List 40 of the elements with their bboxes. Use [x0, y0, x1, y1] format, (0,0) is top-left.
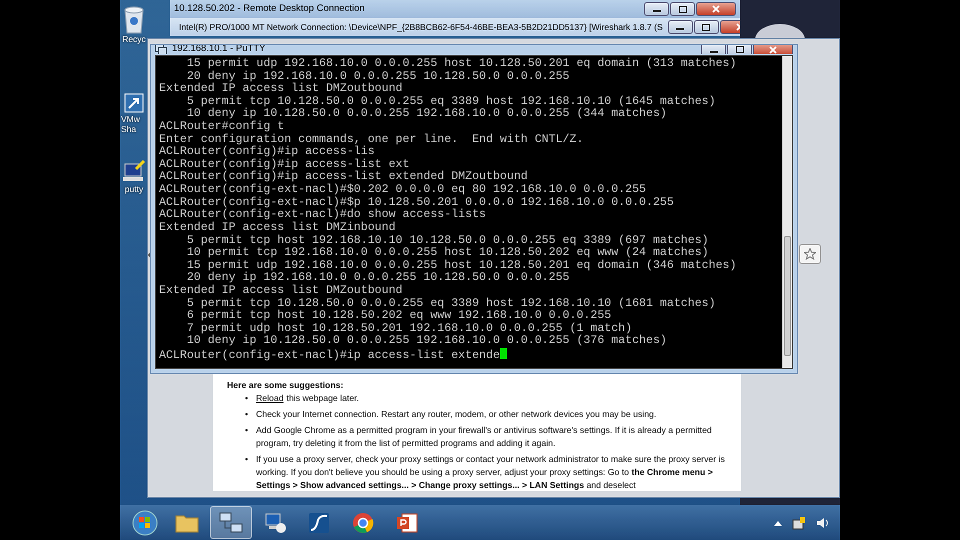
terminal-line: 10 permit tcp 192.168.10.0 0.0.0.255 host 10.128.50.202 eq www (24 matches)	[186, 247, 710, 260]
terminal-line: ACLRouter(config)#ip access-list ext	[159, 158, 410, 171]
bullet: •	[245, 392, 250, 405]
bullet: •	[245, 408, 250, 421]
terminal-line: ACLRouter(config-ext-nacl)#$0.202 0.0.0.0 eq 80 192.168.10.0 0.0.0.255	[159, 184, 648, 196]
terminal-line: 7 permit udp host 10.128.50.201 192.168.10.0 0.0.0.255 (1 match)	[186, 322, 632, 335]
icon-label: Recyc	[122, 34, 146, 44]
bullet: •	[245, 453, 250, 466]
terminal-line: 15 permit udp 192.168.10.0 0.0.0.255 host 10.128.50.201 eq domain (346 matches)	[186, 260, 738, 272]
terminal-line: 10 deny ip 10.128.50.0 0.0.0.255 192.168.10.0 0.0.0.255 (344 matches)	[186, 108, 668, 120]
icon-label: VMw Sha	[121, 114, 141, 134]
window-title: 192.168.10.1 - PuTTY	[172, 45, 266, 54]
terminal-line: 10 deny ip 10.128.50.0 0.0.0.255 192.168.10.0 0.0.0.255 (376 matches)	[186, 335, 668, 348]
terminal-line: ACLRouter(config-ext-nacl)#ip access-list extende	[159, 348, 779, 361]
terminal-line: ACLRouter#config t	[159, 121, 286, 134]
suggestion: If you use a proxy server, check your proxy settings or contact your network administrator to make sure the proxy server is working. If you don't believe you should be using a proxy server, adjust your proxy settings: Go to the Chrome menu > Settings > Show advanced settings... > Change proxy settings... > LAN Settings and deselect	[256, 453, 726, 491]
terminal-line: 20 deny ip 192.168.10.0 0.0.0.255 10.128.50.0 0.0.0.255	[186, 272, 570, 284]
suggestion: Add Google Chrome as a permitted program in your firewall's or antivirus software's settings. If it is already a permitted program, try deleting it from the list of permitted programs and adding it again.	[256, 424, 713, 450]
window-title: 10.128.50.202 - Remote Desktop Connection	[174, 2, 365, 16]
terminal-line: ACLRouter(config-ext-nacl)#$p 10.128.50.201 0.0.0.0 192.168.10.0 0.0.0.255	[159, 196, 675, 209]
terminal-line: ACLRouter(config)#ip access-list extended DMZoutbound	[159, 171, 529, 184]
terminal-line: 5 permit tcp 10.128.50.0 0.0.0.255 eq 3389 host 192.168.10.10 (1645 matches)	[186, 96, 717, 108]
window-title: Intel(R) PRO/1000 MT Network Connection: \Device\NPF_{2B8BCB62-6F54-46BE-BEA3-5B2D21DD5137} [Wireshark 1.8.7 (S	[179, 20, 663, 34]
terminal-line: 20 deny ip 192.168.10.0 0.0.0.255 10.128.50.0 0.0.0.255	[186, 70, 570, 83]
heading: Here are some suggestions:	[227, 379, 344, 392]
terminal-line: 15 permit udp 192.168.10.0 0.0.0.255 host 10.128.50.201 eq domain (313 matches)	[186, 58, 738, 70]
terminal-line: Extended IP access list DMZinbound	[159, 222, 397, 234]
suggestion: this webpage later.	[286, 392, 359, 405]
reload-link[interactable]: Reload	[256, 392, 284, 405]
terminal-line: 5 permit tcp host 192.168.10.10 10.128.50.0 0.0.0.255 eq 3389 (697 matches)	[186, 234, 710, 247]
terminal-line: Extended IP access list DMZoutbound	[159, 284, 404, 298]
icon-label: putty	[124, 184, 144, 194]
terminal-line: 5 permit tcp 10.128.50.0 0.0.0.255 eq 3389 host 192.168.10.10 (1681 matches)	[186, 298, 717, 310]
terminal-line: 6 permit tcp host 10.128.50.202 eq www 192.168.10.0 0.0.0.255	[186, 310, 612, 322]
terminal-line: Extended IP access list DMZoutbound	[159, 83, 404, 96]
terminal-line: ACLRouter(config-ext-nacl)#do show access-lists	[159, 209, 487, 222]
terminal-line: ACLRouter(config)#ip access-lis	[159, 146, 376, 158]
bullet: •	[245, 424, 250, 437]
terminal-line: Enter configuration commands, one per line. End with CNTL/Z.	[159, 134, 584, 146]
suggestion: Check your Internet connection. Restart any router, modem, or other network devices you may be using.	[256, 408, 656, 421]
